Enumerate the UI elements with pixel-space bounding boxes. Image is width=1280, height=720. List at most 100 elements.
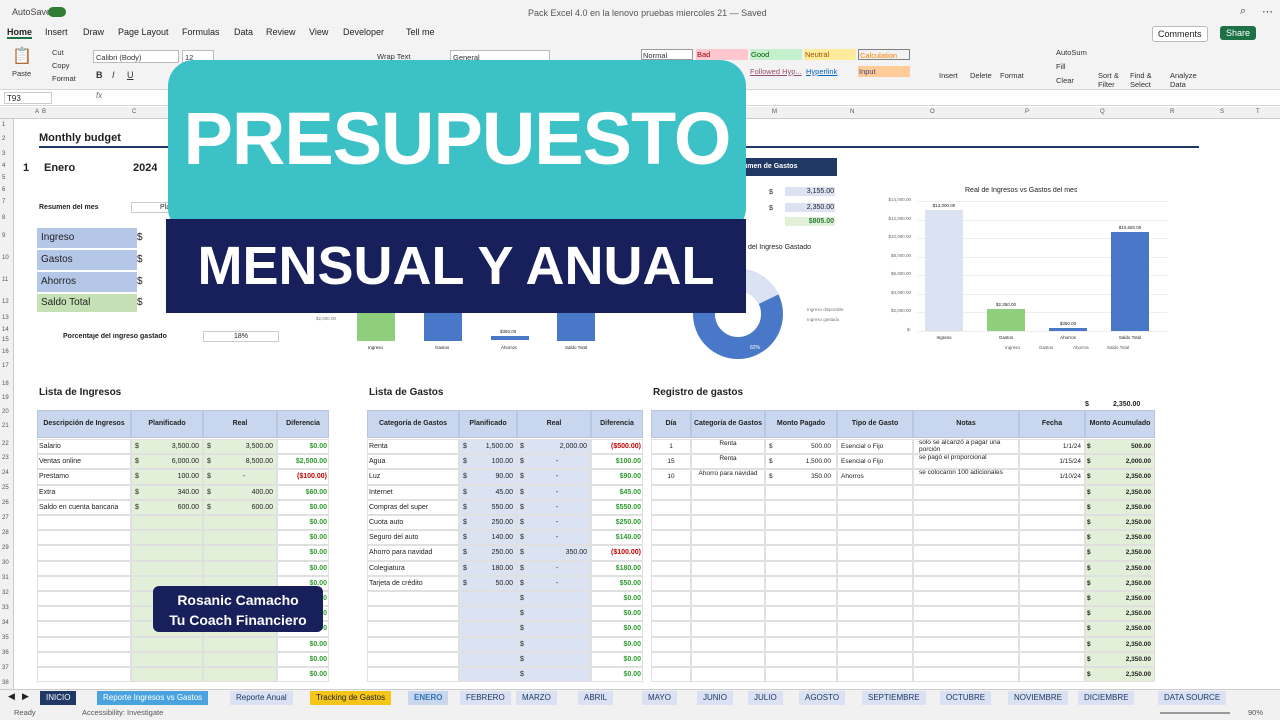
table-cell[interactable] (37, 575, 131, 591)
table-cell[interactable] (459, 636, 517, 652)
sheet-tab[interactable]: MARZO (516, 691, 557, 705)
row-header[interactable]: 3 (2, 151, 5, 157)
row-header[interactable]: 14 (2, 327, 9, 333)
table-cell[interactable] (837, 560, 913, 576)
sheet-tab[interactable]: MAYO (642, 691, 677, 705)
style-input[interactable]: Input (858, 66, 910, 77)
sheet-tab[interactable]: JULIO (748, 691, 783, 705)
tab-view[interactable]: View (309, 27, 328, 37)
row-header[interactable]: 38 (2, 680, 9, 686)
table-cell[interactable] (691, 636, 765, 652)
sheet-tab[interactable]: SEPTIEMBRE (862, 691, 926, 705)
row-header[interactable]: 21 (2, 423, 9, 429)
find-select-button[interactable]: Find & Select (1130, 71, 1154, 89)
sheet-tab[interactable]: DATA SOURCE (1158, 691, 1227, 705)
table-cell[interactable] (37, 515, 131, 531)
table-cell[interactable] (651, 636, 691, 652)
table-cell[interactable] (765, 530, 837, 546)
table-cell[interactable] (651, 545, 691, 561)
tab-home[interactable]: Home (7, 27, 33, 39)
table-cell[interactable] (37, 621, 131, 637)
tab-review[interactable]: Review (266, 27, 296, 37)
table-cell[interactable] (1019, 651, 1085, 667)
table-cell[interactable] (203, 667, 277, 683)
table-cell[interactable] (837, 515, 913, 531)
row-header[interactable]: 9 (2, 233, 5, 239)
row-header[interactable]: 25 (2, 485, 9, 491)
table-cell[interactable] (651, 621, 691, 637)
tab-developer[interactable]: Developer (343, 27, 384, 37)
table-cell[interactable] (837, 591, 913, 607)
table-cell[interactable] (837, 484, 913, 500)
table-cell[interactable] (837, 575, 913, 591)
table-cell[interactable] (203, 651, 277, 667)
table-cell[interactable] (203, 560, 277, 576)
paste-icon[interactable]: 📋 (12, 46, 32, 66)
table-cell[interactable] (691, 499, 765, 515)
table-cell[interactable] (691, 651, 765, 667)
column-header[interactable]: B (42, 109, 46, 115)
table-cell[interactable] (459, 621, 517, 637)
row-header[interactable]: 12 (2, 299, 9, 305)
table-cell[interactable] (765, 606, 837, 622)
column-header[interactable]: A (35, 109, 39, 115)
row-header[interactable]: 5 (2, 175, 5, 181)
sheet-tab[interactable]: NOVIEMBRE (1008, 691, 1069, 705)
style-hyperlink[interactable]: Hyperlink (806, 67, 837, 76)
sheet-tab[interactable]: JUNIO (697, 691, 733, 705)
row-header[interactable]: 19 (2, 395, 9, 401)
table-cell[interactable] (367, 651, 459, 667)
table-cell[interactable] (765, 560, 837, 576)
tab-formulas[interactable]: Formulas (182, 27, 220, 37)
row-header[interactable]: 1 (2, 122, 5, 128)
table-cell[interactable] (913, 606, 1019, 622)
table-cell[interactable] (37, 560, 131, 576)
table-cell[interactable] (765, 636, 837, 652)
row-header[interactable]: 26 (2, 500, 9, 506)
column-header[interactable]: S (1220, 109, 1224, 115)
table-cell[interactable] (1019, 530, 1085, 546)
tab-page-layout[interactable]: Page Layout (118, 27, 169, 37)
table-cell[interactable] (131, 651, 203, 667)
row-header[interactable]: 34 (2, 620, 9, 626)
analyze-data-button[interactable]: Analyze Data (1170, 71, 1197, 89)
table-cell[interactable] (1019, 636, 1085, 652)
table-cell[interactable] (37, 667, 131, 683)
style-calculation[interactable]: Calculation (858, 49, 910, 60)
table-cell[interactable] (517, 591, 591, 607)
style-bad[interactable]: Bad (696, 49, 748, 60)
row-header[interactable]: 30 (2, 560, 9, 566)
table-cell[interactable] (765, 591, 837, 607)
table-cell[interactable] (765, 515, 837, 531)
format-cells-button[interactable]: Format (1000, 71, 1024, 80)
table-cell[interactable] (203, 530, 277, 546)
table-cell[interactable] (651, 560, 691, 576)
table-cell[interactable] (913, 530, 1019, 546)
table-cell[interactable] (691, 545, 765, 561)
table-cell[interactable] (37, 545, 131, 561)
prev-sheet-icon[interactable]: ◀ (8, 691, 15, 702)
next-sheet-icon[interactable]: ▶ (22, 691, 29, 702)
underline-button[interactable]: U (127, 70, 134, 80)
table-cell[interactable] (837, 499, 913, 515)
sheet-tab[interactable]: DICIEMBRE (1078, 691, 1135, 705)
table-cell[interactable] (691, 560, 765, 576)
table-cell[interactable] (913, 621, 1019, 637)
table-cell[interactable] (203, 636, 277, 652)
table-cell[interactable] (131, 530, 203, 546)
worksheet[interactable]: Monthly budget 1 Enero 2024 Resumen del … (15, 60, 1280, 689)
table-cell[interactable] (37, 530, 131, 546)
tab-data[interactable]: Data (234, 27, 253, 37)
cut-button[interactable]: Cut (52, 48, 64, 57)
table-cell[interactable] (913, 484, 1019, 500)
column-header[interactable]: T (1256, 109, 1260, 115)
table-cell[interactable] (651, 484, 691, 500)
share-button[interactable]: Share (1220, 26, 1257, 40)
column-header[interactable]: O (930, 109, 935, 115)
column-header[interactable]: M (772, 109, 777, 115)
table-cell[interactable] (1019, 606, 1085, 622)
table-cell[interactable] (913, 575, 1019, 591)
row-header[interactable]: 23 (2, 455, 9, 461)
italic-button[interactable]: I (112, 70, 115, 80)
table-cell[interactable] (459, 591, 517, 607)
